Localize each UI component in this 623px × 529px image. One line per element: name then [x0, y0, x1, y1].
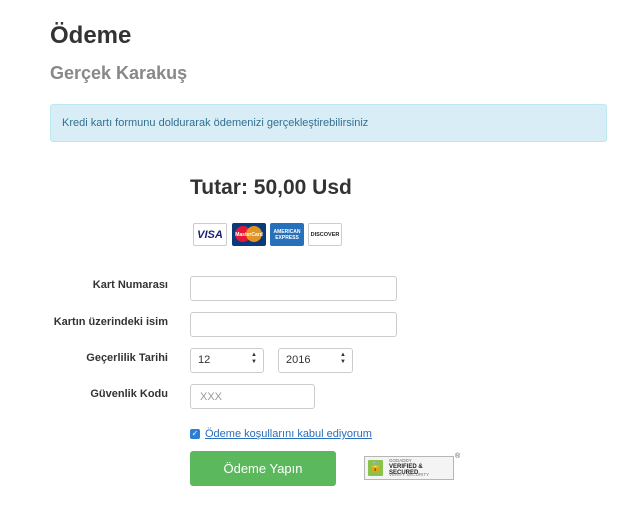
pay-button[interactable]: Ödeme Yapın: [190, 451, 336, 486]
card-number-label: Kart Numarası: [92, 279, 168, 291]
visa-logo-icon: VISA: [193, 223, 227, 246]
updown-arrows-icon: ▲ ▼: [340, 352, 346, 365]
page-title: Ödeme: [50, 22, 132, 49]
info-alert: Kredi kartı formunu doldurarak ödemenizi…: [50, 104, 607, 142]
registered-mark: ®: [455, 453, 461, 460]
updown-arrows-icon: ▲ ▼: [251, 352, 257, 365]
card-number-input[interactable]: [190, 276, 397, 301]
discover-logo-icon: DISCOVER: [308, 223, 342, 246]
expiry-year-value: 2016: [286, 354, 311, 366]
lock-icon: 🔒: [368, 460, 383, 476]
expiry-year-select[interactable]: 2016 ▲ ▼: [278, 348, 353, 373]
checkmark-icon: ✓: [191, 429, 199, 438]
expiry-month-select[interactable]: 12 ▲ ▼: [190, 348, 264, 373]
expiry-month-value: 12: [198, 354, 211, 366]
payment-amount: Tutar: 50,00 Usd: [190, 176, 352, 199]
seal-brand: GODADDY: [389, 458, 412, 463]
cvv-input[interactable]: [190, 384, 315, 409]
amex-logo-icon: AMERICAN EXPRESS: [270, 223, 304, 246]
cardholder-name-label: Kartın üzerindeki isim: [53, 316, 168, 328]
mastercard-logo-icon: MasterCard: [232, 223, 266, 246]
terms-link[interactable]: Ödeme koşullarını kabul ediyorum: [205, 428, 372, 440]
expiry-label: Geçerlilik Tarihi: [86, 352, 168, 364]
merchant-name: Gerçek Karakuş: [50, 63, 188, 83]
cvv-label: Güvenlik Kodu: [90, 388, 168, 400]
cardholder-name-input[interactable]: [190, 312, 397, 337]
security-seal[interactable]: 🔒 GODADDY VERIFIED & SECURED VERIFY SECU…: [364, 453, 460, 480]
terms-checkbox[interactable]: ✓: [190, 429, 200, 439]
seal-subtitle: VERIFY SECURITY: [389, 472, 430, 477]
